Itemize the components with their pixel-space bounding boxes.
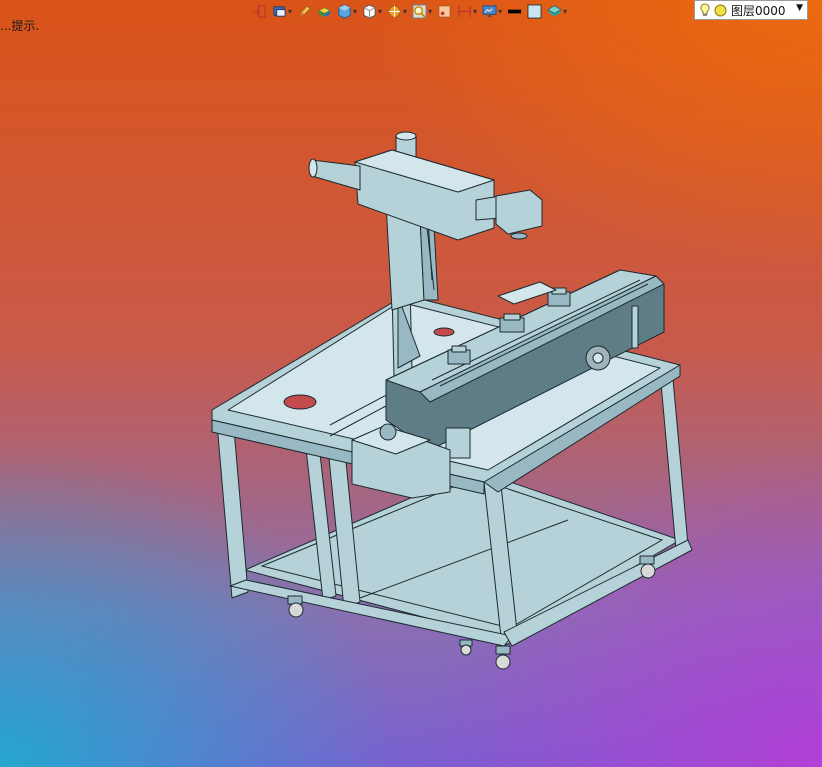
chevron-down-icon[interactable]: ▼	[796, 3, 803, 13]
support-post	[631, 305, 639, 349]
frame-leg	[659, 367, 689, 551]
line-style-icon	[508, 9, 522, 13]
view-toolbar: ▾ ▾ ▾ ▾ ▾ ▾ ▾ ▾	[252, 0, 567, 22]
caster-wheel	[639, 555, 656, 579]
fixture-block	[499, 313, 525, 333]
cad-viewport[interactable]: .s { fill:#b6d2d9; stroke:#1b2a30; strok…	[0, 24, 822, 767]
display-mode-icon	[273, 5, 286, 17]
chevron-down-icon: ▾	[378, 6, 383, 16]
view-cube-icon	[338, 3, 351, 19]
display-mode-button[interactable]: ▾	[272, 1, 292, 21]
layer-manager-button[interactable]: ▾	[547, 1, 567, 21]
exit-sketch-button[interactable]	[252, 1, 267, 21]
frame-button[interactable]	[437, 1, 452, 21]
layer-select[interactable]: 图层0000 ▼	[694, 0, 808, 20]
layer-color-icon	[714, 4, 727, 16]
view-orientation-button[interactable]: ▾	[337, 1, 357, 21]
monitor-button[interactable]: ▾	[482, 1, 502, 21]
cutout-hole	[283, 394, 317, 410]
caster-wheel	[287, 595, 304, 618]
rear-cylinder	[311, 159, 361, 191]
color-button[interactable]	[527, 1, 542, 21]
frame-icon	[438, 4, 451, 18]
cutout-hole	[433, 327, 455, 337]
caster-wheel	[495, 645, 511, 670]
monitor-icon	[482, 4, 497, 17]
dimension-button[interactable]: ▾	[457, 1, 477, 21]
section-view-button[interactable]: ▾	[387, 1, 407, 21]
tray	[497, 281, 557, 305]
chevron-down-icon: ▾	[473, 6, 478, 16]
chevron-down-icon: ▾	[498, 6, 503, 16]
dimension-icon	[458, 5, 471, 17]
chevron-down-icon: ▾	[288, 6, 293, 16]
zoom-icon	[412, 3, 427, 19]
bulb-icon	[700, 3, 710, 16]
zoom-button[interactable]: ▾	[412, 1, 432, 21]
section-icon	[388, 4, 401, 18]
caster-wheel	[459, 639, 473, 656]
material-icon	[317, 6, 332, 17]
chevron-down-icon: ▾	[353, 6, 358, 16]
sketch-button[interactable]	[297, 1, 312, 21]
layer-name: 图层0000	[731, 3, 786, 18]
shading-button[interactable]: ▾	[362, 1, 382, 21]
material-button[interactable]	[317, 1, 332, 21]
exit-sketch-icon	[252, 4, 266, 18]
line-style-button[interactable]	[507, 1, 522, 21]
white-box-icon	[363, 3, 376, 19]
laser-head	[495, 189, 543, 235]
color-swatch-icon	[527, 3, 542, 19]
layer-stack-icon	[547, 4, 563, 16]
machine-model	[211, 131, 693, 670]
chevron-down-icon: ▾	[403, 6, 408, 16]
bottom-shelf	[244, 469, 681, 641]
pencil-icon	[298, 4, 311, 17]
chevron-down-icon: ▾	[563, 6, 568, 16]
chevron-down-icon: ▾	[428, 6, 433, 16]
